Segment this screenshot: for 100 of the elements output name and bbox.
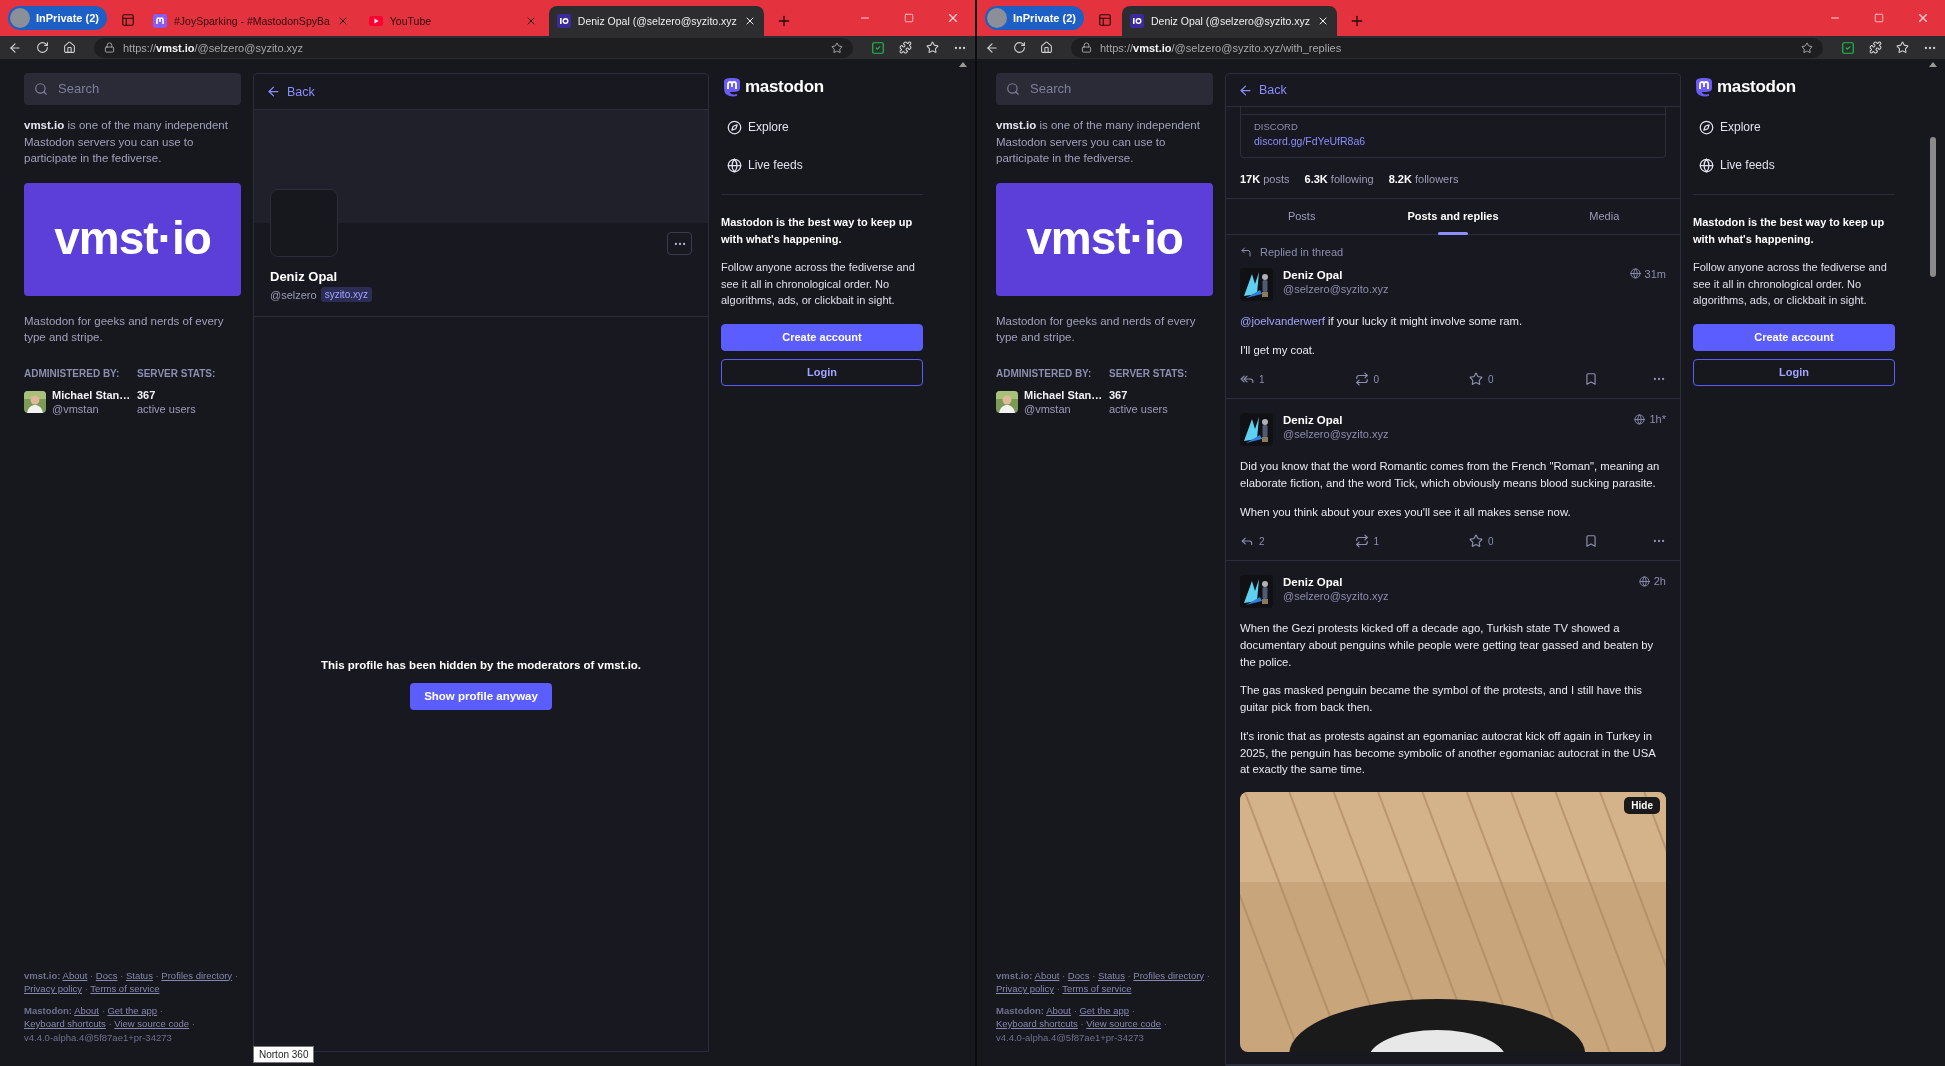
browser-tab[interactable]: YouTube	[360, 6, 545, 36]
footer-link[interactable]: About	[1034, 969, 1060, 981]
footer-link[interactable]: Keyboard shortcuts	[996, 1018, 1078, 1029]
reply-button[interactable]: 1	[1240, 372, 1300, 387]
bookmark-icon[interactable]	[1583, 372, 1598, 387]
footer-link[interactable]: View source code	[114, 1018, 190, 1029]
inprivate-button[interactable]: InPrivate (2)	[8, 6, 107, 30]
post-time: 31m	[1644, 267, 1666, 280]
inprivate-button[interactable]: InPrivate (2)	[985, 6, 1084, 30]
footer-link[interactable]: Keyboard shortcuts	[24, 1018, 106, 1029]
profile-tab[interactable]: Posts and replies	[1377, 199, 1529, 234]
stat-link[interactable]: 6.3K following	[1304, 173, 1374, 186]
login-button[interactable]: Login	[721, 358, 923, 386]
stat-link[interactable]: 17K posts	[1240, 173, 1290, 186]
footer-link[interactable]: View source code	[1086, 1018, 1162, 1029]
server-favicon-icon	[1129, 14, 1144, 28]
menu-button[interactable]	[667, 232, 692, 255]
stat-link[interactable]: 8.2K followers	[1388, 173, 1459, 186]
profile-tab[interactable]: Posts	[1226, 199, 1378, 234]
footer-link[interactable]: Terms of service	[90, 983, 160, 994]
footer-link[interactable]: Profiles directory	[1133, 969, 1205, 981]
star-icon[interactable]	[1801, 41, 1813, 54]
new-tab-icon[interactable]	[1349, 13, 1365, 29]
boost-button[interactable]: 0	[1354, 372, 1415, 387]
footer-link[interactable]: About	[62, 969, 88, 981]
boost-button[interactable]: 1	[1354, 534, 1415, 549]
footer-link[interactable]: About	[1046, 1004, 1071, 1016]
bookmark-icon[interactable]	[1583, 534, 1598, 549]
create-account-button[interactable]: Create account	[721, 323, 923, 351]
check-icon[interactable]	[871, 40, 885, 55]
search-field[interactable]: Search	[24, 73, 241, 105]
back-link[interactable]: Back	[266, 84, 315, 99]
favourite-button[interactable]: 0	[1469, 372, 1529, 387]
close-icon[interactable]	[1317, 15, 1329, 27]
tab-actions-icon[interactable]	[1097, 13, 1112, 27]
nav-link[interactable]: Explore	[1693, 112, 1895, 142]
sign-up-heading: Mastodon is the best way to keep up with what's happening.	[1693, 215, 1886, 247]
address-bar[interactable]: https://vmst.io/@selzero@syzito.xyz	[94, 37, 853, 58]
home-icon[interactable]	[1040, 41, 1053, 54]
footer-link[interactable]: About	[74, 1004, 99, 1016]
footer-link[interactable]: Privacy policy	[996, 983, 1055, 994]
login-button[interactable]: Login	[1693, 358, 1895, 386]
star-icon[interactable]	[831, 41, 843, 54]
footer-link[interactable]: Get the app	[107, 1004, 158, 1016]
refresh-icon[interactable]	[36, 41, 49, 54]
nav-link[interactable]: Live feeds	[1693, 150, 1895, 180]
post-text: When the Gezi protests kicked off a decade ago, Turkish state TV showed a documentary about penguins while people were getting tear gassed and beaten by the police.	[1240, 621, 1655, 670]
browser-tab[interactable]: Deniz Opal (@selzero@syzito.xyz	[548, 6, 764, 36]
field-link[interactable]: discord.gg/FdYeUfR8a6	[1254, 134, 1652, 149]
favorites-icon[interactable]	[1896, 41, 1909, 54]
nav-link[interactable]: Live feeds	[721, 150, 923, 180]
stats-heading: SERVER STATS:	[137, 366, 217, 381]
browser-tab[interactable]: Deniz Opal (@selzero@syzito.xyz	[1121, 6, 1337, 36]
browser-tab[interactable]: #JoySparking - #MastodonSpyBa	[144, 6, 357, 36]
server-about-text: vmst.io is one of the many independent Mastodon servers you can use to participate in the fediverse.	[996, 118, 1201, 166]
back-icon[interactable]	[8, 40, 22, 55]
footer-link[interactable]: Status	[1097, 969, 1125, 981]
server-description: Mastodon for geeks and nerds of every type and stripe.	[24, 313, 225, 345]
footer-text: vmst.io: About · Docs · Status · Profiles directory · Privacy policy · Terms of service	[996, 968, 1211, 996]
check-icon[interactable]	[1841, 40, 1855, 55]
footer-link[interactable]: Terms of service	[1062, 983, 1132, 994]
create-account-button[interactable]: Create account	[1693, 323, 1895, 351]
extensions-icon[interactable]	[899, 41, 912, 54]
post-time: 1h*	[1649, 413, 1666, 426]
footer-link[interactable]: Privacy policy	[24, 983, 83, 994]
profile-handle: @selzero	[270, 288, 317, 301]
extensions-icon[interactable]	[1869, 41, 1882, 54]
footer-link[interactable]: Docs	[95, 969, 118, 981]
globe-icon	[727, 157, 742, 173]
show-profile-button[interactable]: Show profile anyway	[410, 682, 552, 710]
footer-link[interactable]: Status	[125, 969, 153, 981]
search-field[interactable]: Search	[996, 73, 1213, 105]
play-favicon-icon	[368, 16, 383, 26]
back-link[interactable]: Back	[1238, 82, 1287, 98]
home-icon[interactable]	[63, 41, 76, 54]
version-text: v4.4.0-alpha.4@5f87ae1+pr-34273	[996, 1030, 1145, 1044]
search-icon	[1006, 82, 1020, 96]
profile-tab[interactable]: Media	[1528, 199, 1680, 234]
hidden-profile-message: This profile has been hidden by the moderators of vmst.io.	[320, 658, 642, 671]
tab-actions-icon[interactable]	[120, 13, 135, 27]
globe-icon	[1638, 575, 1650, 587]
mention-link[interactable]: @joelvanderwerf	[1240, 314, 1325, 327]
nav-link[interactable]: Explore	[721, 112, 923, 142]
address-bar[interactable]: https://vmst.io/@selzero@syzito.xyz/with_replies	[1071, 37, 1823, 58]
server-description: Mastodon for geeks and nerds of every type and stripe.	[996, 313, 1197, 345]
favourite-button[interactable]: 0	[1469, 534, 1529, 549]
hide-button[interactable]: Hide	[1624, 797, 1660, 814]
author-handle: @selzero@syzito.xyz	[1283, 427, 1389, 442]
footer-link[interactable]: Docs	[1067, 969, 1090, 981]
reply-button[interactable]: 2	[1240, 534, 1300, 549]
post-text: When you think about your exes you'll see it all makes sense now.	[1240, 504, 1572, 520]
globe-icon	[1629, 268, 1641, 280]
server-favicon-icon	[556, 14, 571, 28]
favorites-icon[interactable]	[926, 41, 939, 54]
search-input[interactable]: Search	[56, 79, 206, 99]
refresh-icon[interactable]	[1013, 41, 1026, 54]
footer-link[interactable]: Profiles directory	[161, 969, 233, 981]
back-icon[interactable]	[985, 40, 999, 55]
footer-link[interactable]: Get the app	[1079, 1004, 1130, 1016]
search-input[interactable]: Search	[1028, 79, 1178, 99]
